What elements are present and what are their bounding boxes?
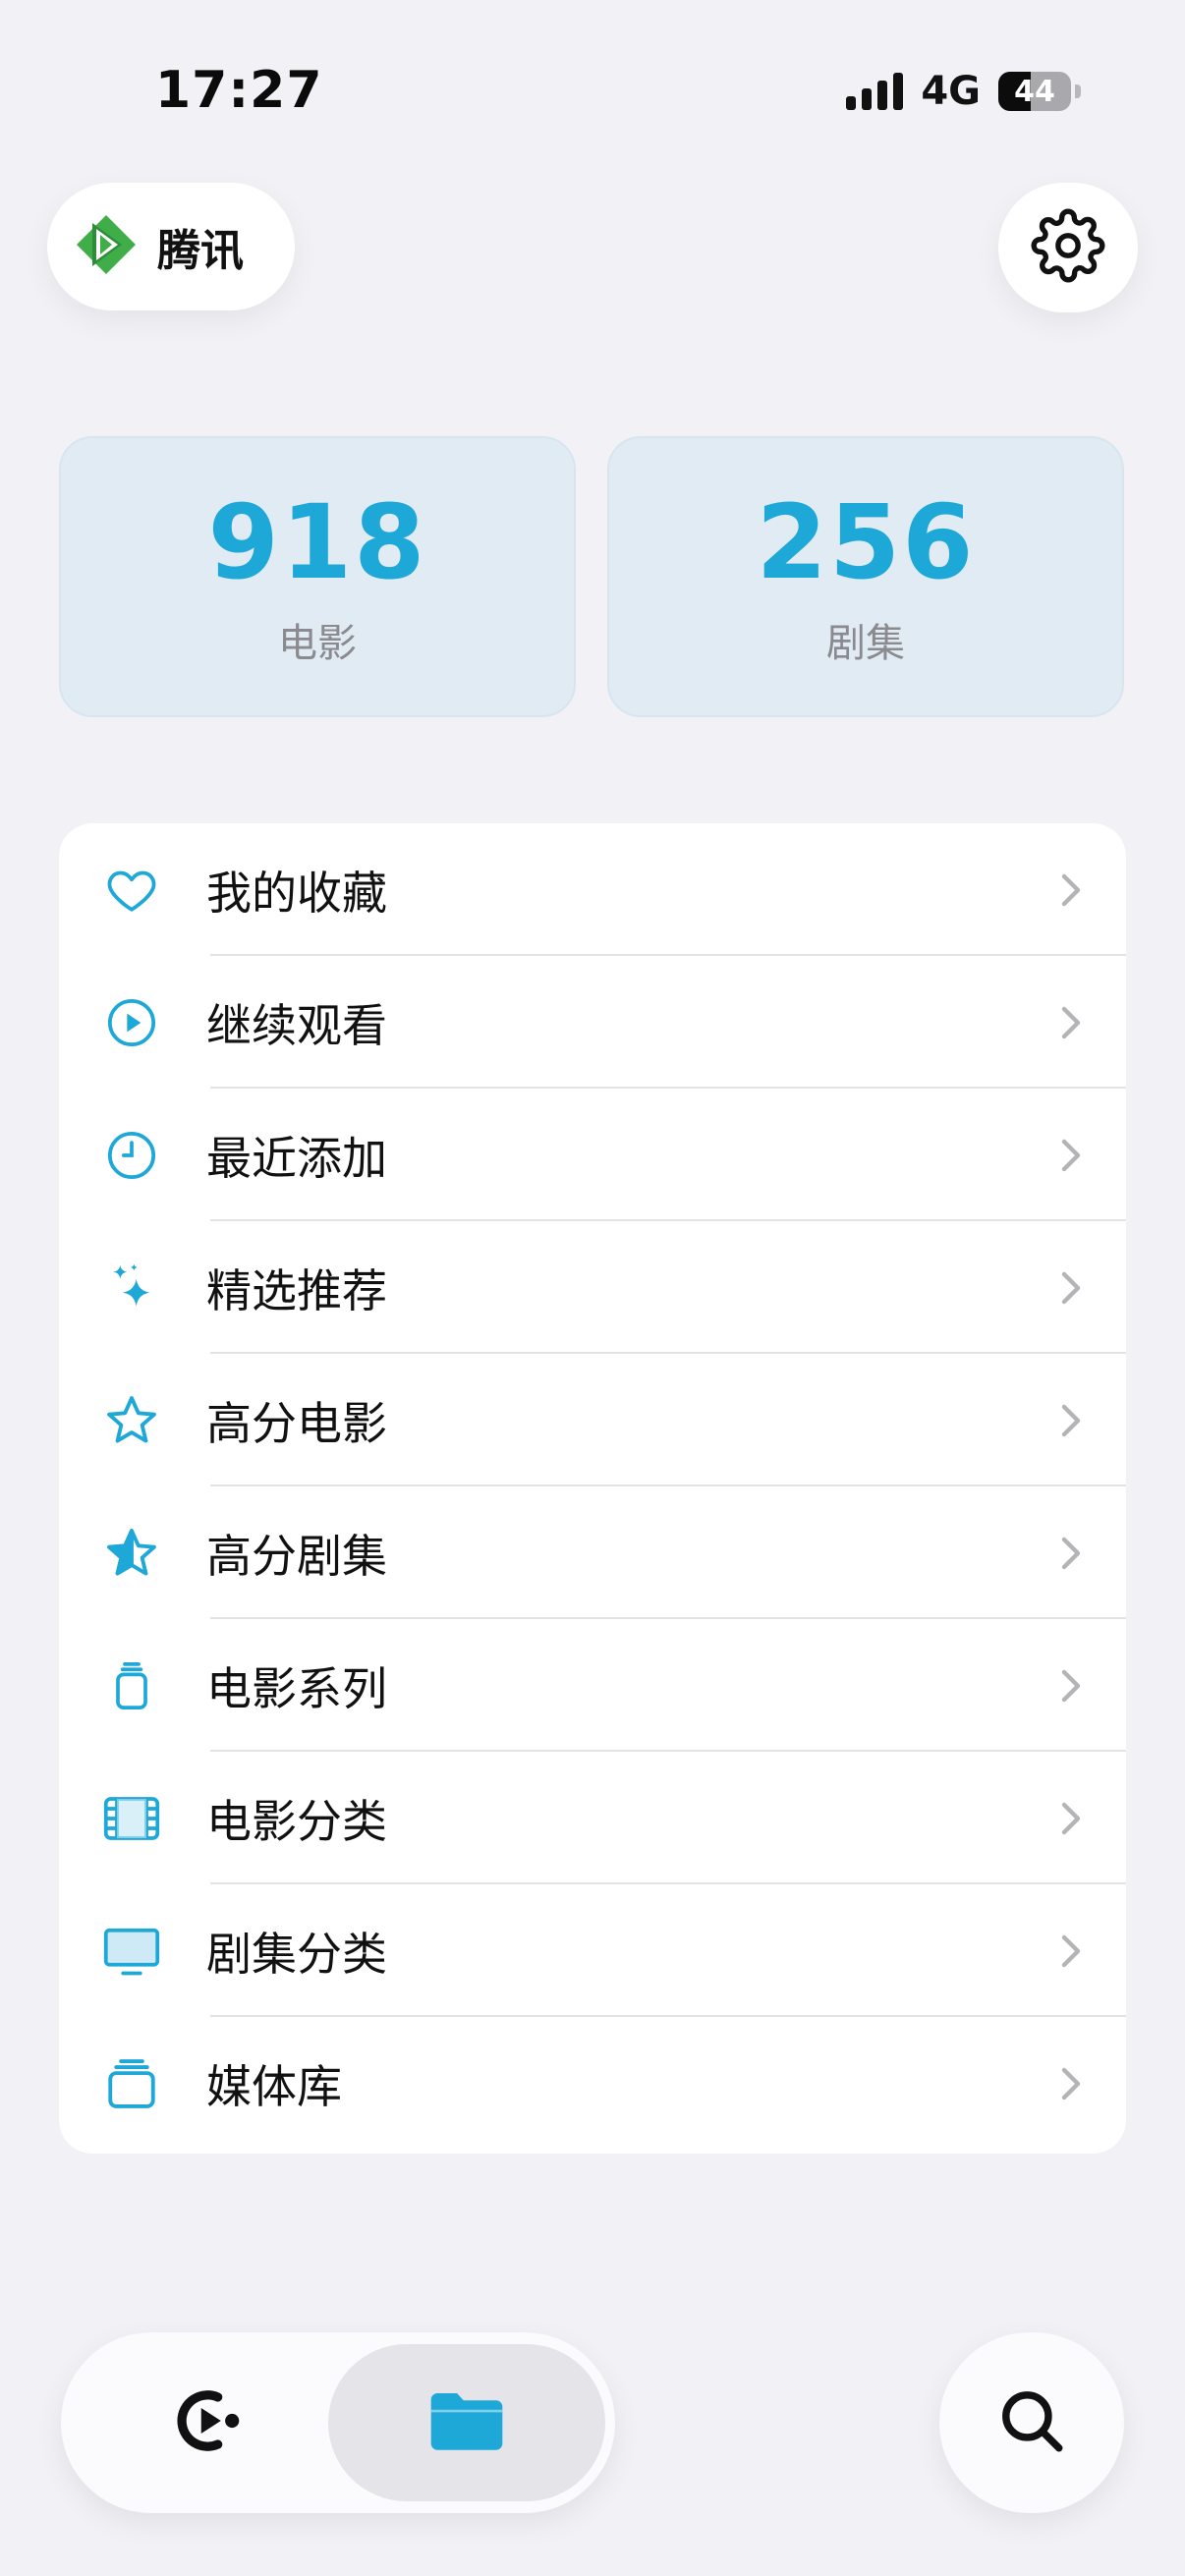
settings-button[interactable] (998, 183, 1138, 312)
chevron-right-icon (1055, 1136, 1085, 1175)
menu-item-label: 电影分类 (206, 1794, 387, 1848)
menu-item-continue-watching[interactable]: 继续观看 (59, 956, 1126, 1089)
battery-percent: 44 (1014, 74, 1055, 109)
battery-icon: 44 (998, 72, 1071, 111)
search-button[interactable] (939, 2332, 1124, 2513)
folder-icon (427, 2388, 506, 2457)
menu-item-featured[interactable]: 精选推荐 (59, 1221, 1126, 1354)
star-half-icon (102, 1524, 161, 1583)
network-type: 4G (921, 69, 981, 114)
chevron-right-icon (1055, 1268, 1085, 1308)
menu-item-label: 剧集分类 (206, 1927, 387, 1981)
source-selector-button[interactable]: 腾讯 (47, 183, 295, 310)
search-icon (995, 2384, 1068, 2461)
movies-count: 918 (207, 482, 427, 602)
series-count: 256 (756, 482, 976, 602)
menu-item-label: 精选推荐 (206, 1263, 387, 1317)
cellular-signal-icon (846, 73, 904, 110)
status-indicators: 4G 44 (846, 69, 1081, 114)
menu-item-movie-collections[interactable]: 电影系列 (59, 1619, 1126, 1752)
film-icon (102, 1789, 161, 1848)
chevron-right-icon (1055, 1932, 1085, 1971)
menu-item-recently-added[interactable]: 最近添加 (59, 1089, 1126, 1221)
menu-item-label: 继续观看 (206, 998, 387, 1052)
menu-item-label: 高分电影 (206, 1396, 387, 1450)
chevron-right-icon (1055, 2064, 1085, 2103)
play-circle-icon (102, 993, 161, 1052)
sparkles-icon (102, 1259, 161, 1317)
chevron-right-icon (1055, 1401, 1085, 1440)
menu-item-series-genres[interactable]: 剧集分类 (59, 1884, 1126, 2017)
menu-item-label: 电影系列 (206, 1661, 387, 1715)
tv-icon (102, 1922, 161, 1981)
media-play-icon (174, 2384, 247, 2461)
source-label: 腾讯 (157, 226, 244, 276)
series-label: 剧集 (826, 621, 905, 666)
chevron-right-icon (1055, 1666, 1085, 1706)
chevron-right-icon (1055, 1799, 1085, 1838)
status-bar: 17:27 4G 44 (0, 0, 1185, 187)
menu-item-top-movies[interactable]: 高分电影 (59, 1354, 1126, 1486)
menu-item-media-library[interactable]: 媒体库 (59, 2017, 1126, 2150)
menu-list: 我的收藏 继续观看 最近添加 精选推荐 高分电影 高分剧集 电影系列 电影分类 … (59, 823, 1126, 2154)
menu-item-label: 高分剧集 (206, 1529, 387, 1583)
heart-icon (102, 861, 161, 920)
battery-cap (1075, 84, 1081, 98)
library-stack-icon (102, 2054, 161, 2113)
chevron-right-icon (1055, 1003, 1085, 1042)
menu-item-favorites[interactable]: 我的收藏 (59, 823, 1126, 956)
movies-count-card[interactable]: 918 电影 (59, 436, 576, 717)
chevron-right-icon (1055, 1534, 1085, 1573)
movies-label: 电影 (278, 621, 357, 666)
series-count-card[interactable]: 256 剧集 (607, 436, 1124, 717)
menu-item-label: 媒体库 (206, 2059, 342, 2113)
tab-library[interactable] (328, 2344, 605, 2501)
menu-item-movie-genres[interactable]: 电影分类 (59, 1752, 1126, 1884)
menu-item-label: 最近添加 (206, 1131, 387, 1185)
menu-item-label: 我的收藏 (206, 866, 387, 920)
menu-item-top-series[interactable]: 高分剧集 (59, 1486, 1126, 1619)
tab-bar (61, 2332, 615, 2513)
chevron-right-icon (1055, 870, 1085, 910)
stack-icon (102, 1656, 161, 1715)
tab-home[interactable] (73, 2344, 348, 2501)
gear-icon (1031, 208, 1105, 287)
tencent-video-logo (75, 213, 138, 280)
status-time: 17:27 (155, 61, 323, 120)
clock-icon (102, 1126, 161, 1185)
star-outline-icon (102, 1391, 161, 1450)
